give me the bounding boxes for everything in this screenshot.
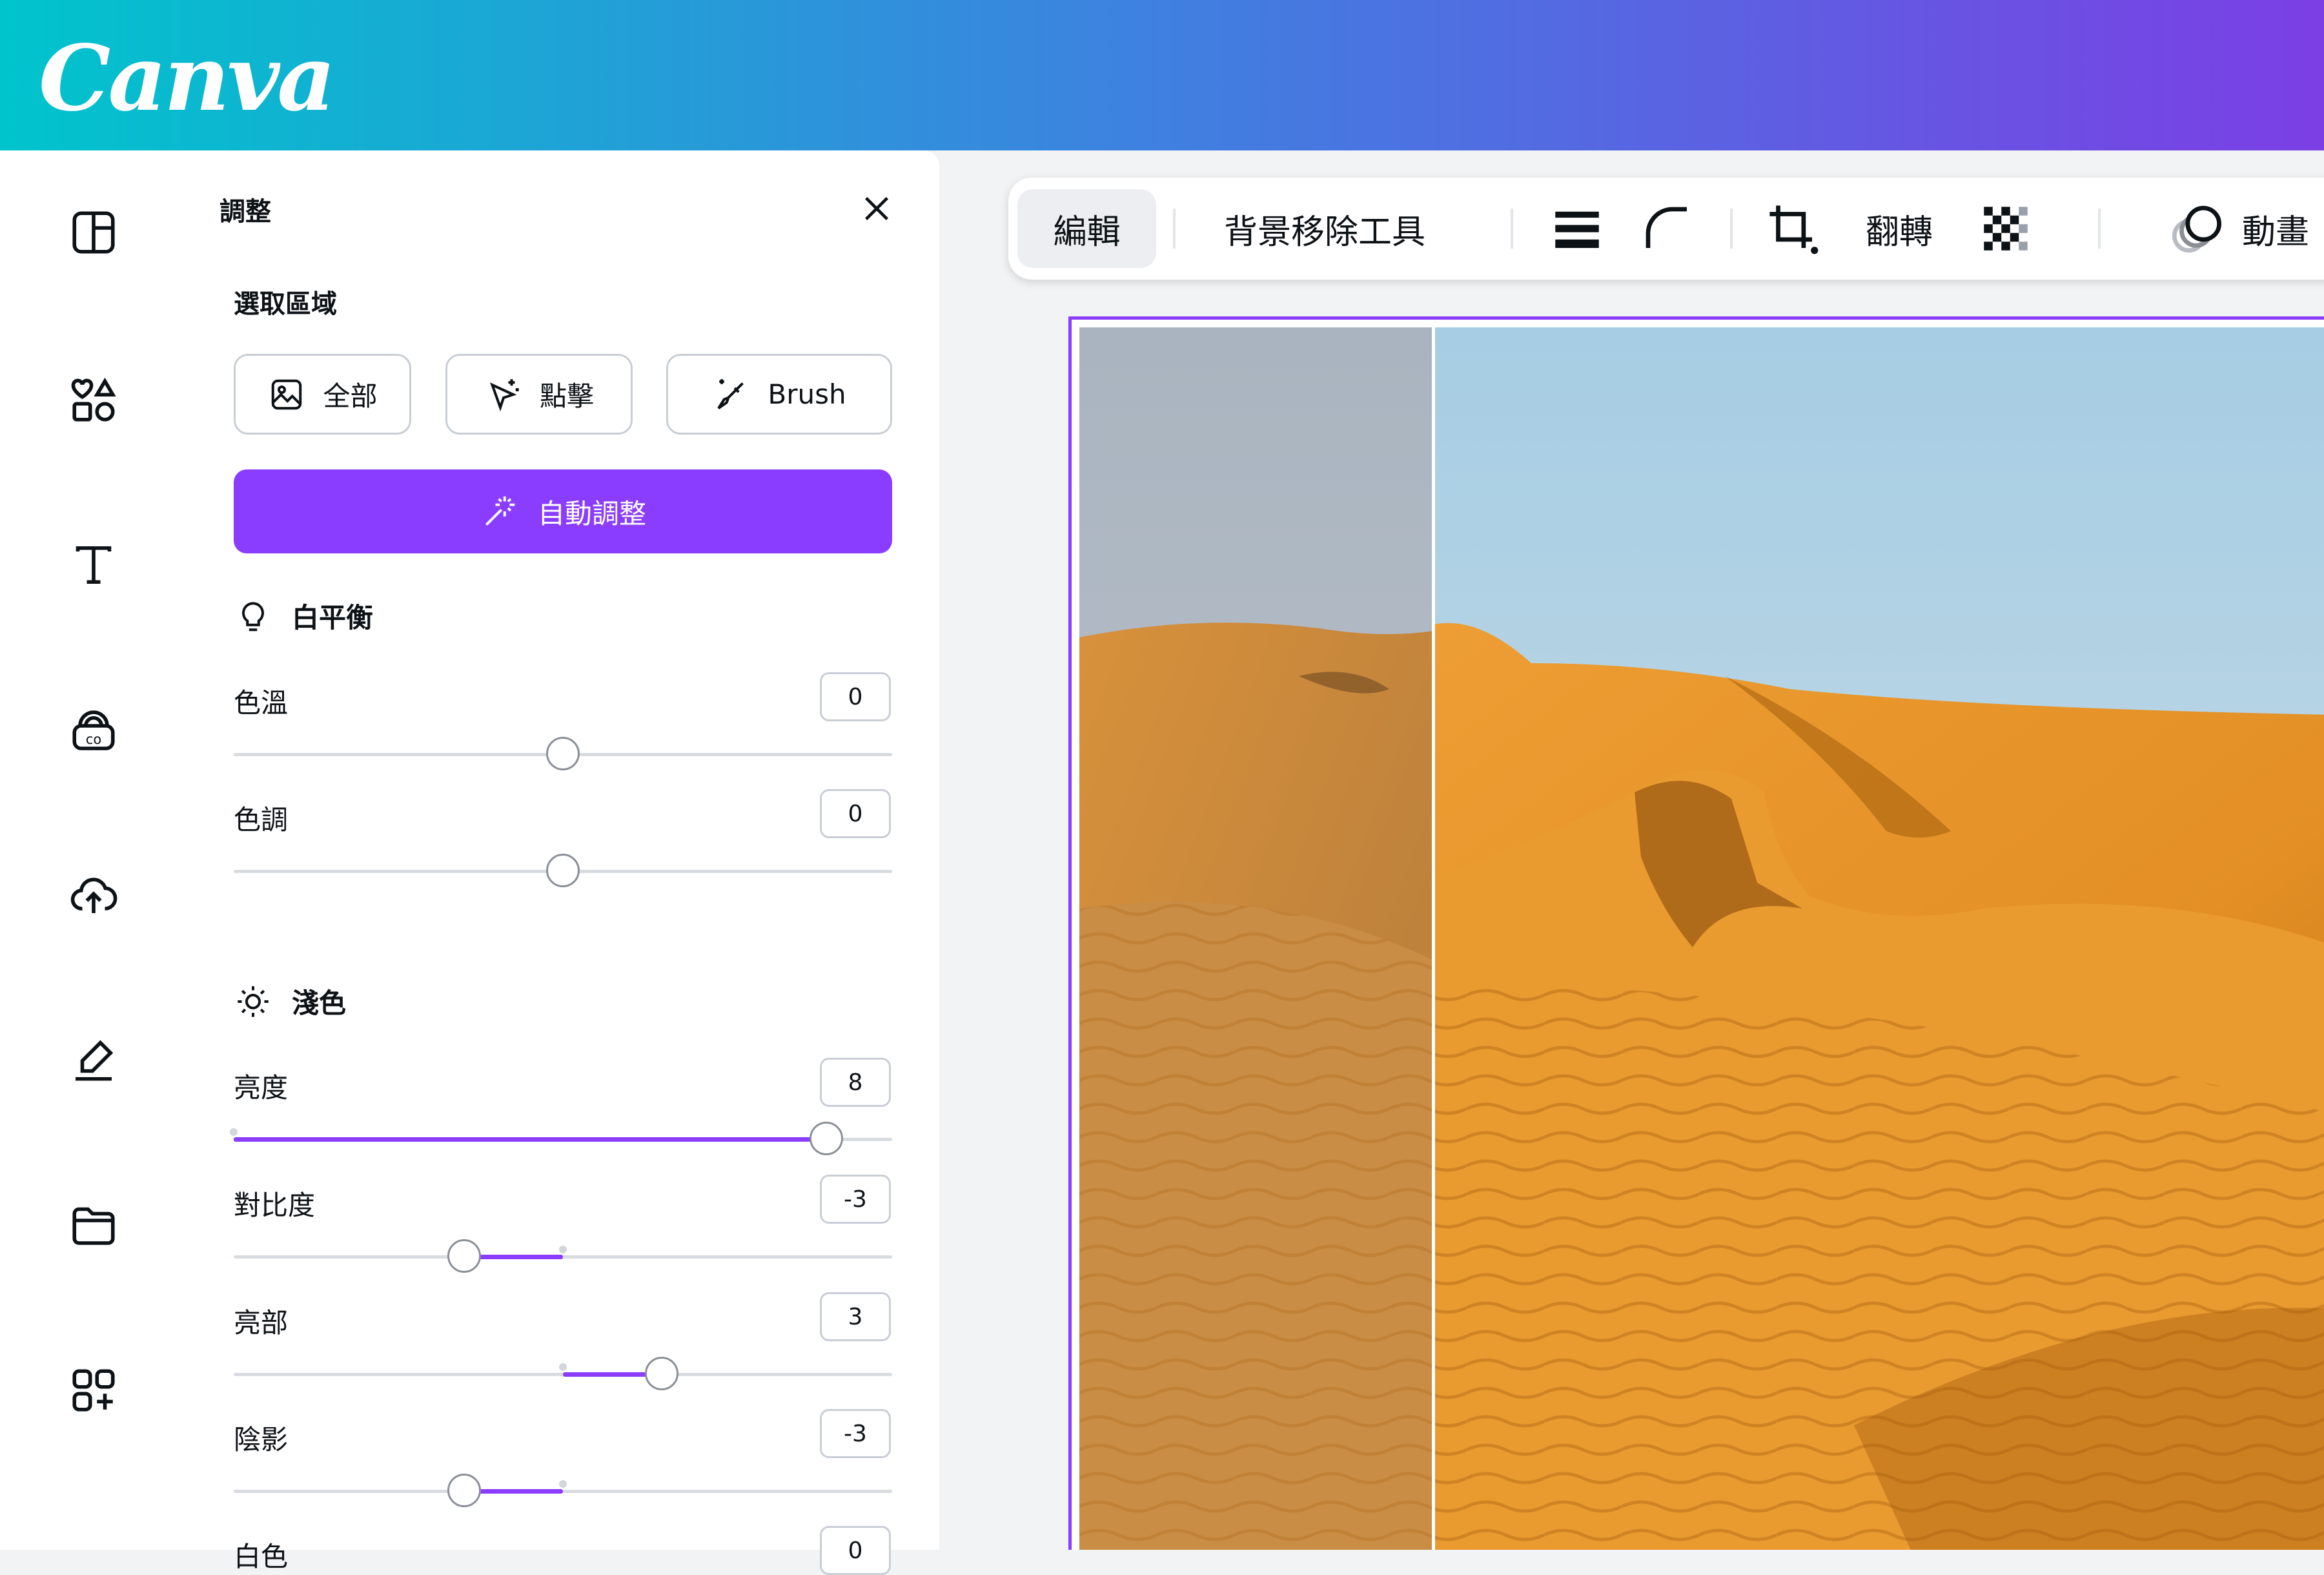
whites-value[interactable]: 0 [820, 1526, 891, 1575]
lines-icon [1555, 211, 1599, 248]
animate-label: 動畫 [2241, 212, 2309, 252]
slider-thumb[interactable] [645, 1357, 678, 1390]
transparency-icon [1984, 207, 2028, 251]
brightness-label: 亮度 [234, 1072, 289, 1104]
select-brush-label: Brush [768, 378, 846, 410]
contrast-slider[interactable] [234, 1239, 892, 1273]
draw-icon[interactable] [61, 1027, 126, 1092]
brightness-slider[interactable] [230, 1122, 892, 1155]
canva-logo[interactable]: Canva [39, 26, 336, 132]
temperature-value[interactable]: 0 [820, 672, 891, 721]
transparency-button[interactable] [1970, 178, 2041, 280]
shadows-slider[interactable] [234, 1474, 892, 1507]
tint-value[interactable]: 0 [820, 789, 891, 838]
desert-photo [1079, 327, 2324, 1550]
select-brush-button[interactable]: Brush [666, 354, 892, 435]
flip-button[interactable]: 翻轉 [1854, 178, 1944, 280]
sparkle-wand-icon [485, 496, 515, 526]
brand-icon[interactable]: co [61, 698, 126, 763]
magic-pointer-icon [489, 378, 519, 411]
corner-radius-button[interactable] [1632, 178, 1703, 280]
magic-brush-icon [717, 378, 744, 409]
light-title: 淺色 [292, 987, 347, 1019]
slider-thumb[interactable] [447, 1239, 481, 1273]
shadows-label: 陰影 [234, 1424, 289, 1456]
slider-thumb[interactable] [546, 737, 580, 770]
toolbar-divider [1173, 209, 1176, 249]
animate-icon [2172, 205, 2221, 253]
contrast-value[interactable]: -3 [820, 1175, 891, 1224]
slider-center-tick [559, 1480, 567, 1488]
image-icon [272, 379, 302, 409]
slider-fill [234, 1137, 826, 1142]
tint-label: 色調 [234, 804, 289, 836]
selected-photo[interactable] [1068, 316, 2324, 1550]
slider-center-tick [559, 1363, 567, 1371]
elements-icon[interactable] [61, 368, 126, 433]
apps-icon[interactable] [61, 1358, 126, 1423]
slider-thumb[interactable] [546, 854, 580, 887]
highlights-label: 亮部 [234, 1307, 289, 1339]
context-toolbar: 編輯 背景移除工具 翻轉 動畫 [1008, 178, 2324, 280]
slider-center-tick [559, 1246, 567, 1253]
edit-label: 編輯 [1053, 212, 1121, 252]
highlights-slider[interactable] [234, 1357, 892, 1390]
text-icon[interactable] [61, 533, 126, 597]
corner-radius-icon [1646, 207, 1687, 248]
tint-slider[interactable] [234, 854, 892, 887]
slider-center-tick [230, 1128, 238, 1136]
crop-icon [1769, 205, 1819, 254]
flip-label: 翻轉 [1865, 212, 1933, 252]
temperature-label: 色溫 [234, 687, 289, 719]
uploads-icon[interactable] [61, 863, 126, 927]
temperature-slider[interactable] [234, 737, 892, 770]
panel-title: 調整 [219, 197, 271, 227]
animate-button[interactable]: 動畫 [2125, 178, 2324, 280]
slider-thumb[interactable] [810, 1122, 843, 1155]
compare-divider [1432, 327, 1435, 1550]
white-balance-title: 白平衡 [292, 602, 374, 633]
side-rail: co [0, 150, 187, 1550]
light-header: 淺色 [234, 982, 346, 1021]
brightness-value[interactable]: 8 [820, 1058, 891, 1107]
bg-remover-label: 背景移除工具 [1223, 212, 1425, 252]
highlights-value[interactable]: 3 [820, 1292, 891, 1341]
toolbar-divider [1730, 209, 1733, 249]
white-balance-header: 白平衡 [234, 596, 373, 635]
contrast-label: 對比度 [234, 1189, 316, 1221]
auto-adjust-button[interactable]: 自動調整 [234, 469, 892, 553]
auto-adjust-label: 自動調整 [537, 497, 646, 530]
select-click-label: 點擊 [539, 380, 594, 412]
design-icon[interactable] [61, 200, 126, 265]
svg-text:co: co [86, 732, 101, 747]
crop-button[interactable] [1757, 178, 1828, 280]
select-click-button[interactable]: 點擊 [445, 354, 633, 435]
bg-remover-button[interactable]: 背景移除工具 [1202, 178, 1447, 280]
adjust-panel: 調整 選取區域 全部 點擊 Brush 自動調整 白平衡 色溫 0 色調 0 淺… [187, 150, 939, 1575]
toolbar-divider [2098, 209, 2101, 249]
top-bar: Canva [0, 0, 2324, 150]
lightbulb-icon [242, 601, 264, 631]
select-all-label: 全部 [323, 380, 378, 412]
slider-thumb[interactable] [447, 1474, 481, 1507]
toolbar-divider [1511, 209, 1513, 249]
selection-title: 選取區域 [234, 289, 337, 319]
close-button[interactable] [859, 190, 895, 227]
sun-icon [238, 985, 269, 1017]
select-all-button[interactable]: 全部 [234, 354, 411, 435]
shadows-value[interactable]: -3 [820, 1409, 891, 1458]
edit-tab[interactable]: 編輯 [1017, 189, 1156, 268]
whites-label: 白色 [234, 1541, 289, 1572]
line-style-button[interactable] [1542, 178, 1613, 280]
projects-icon[interactable] [61, 1193, 126, 1257]
close-icon [865, 197, 888, 220]
